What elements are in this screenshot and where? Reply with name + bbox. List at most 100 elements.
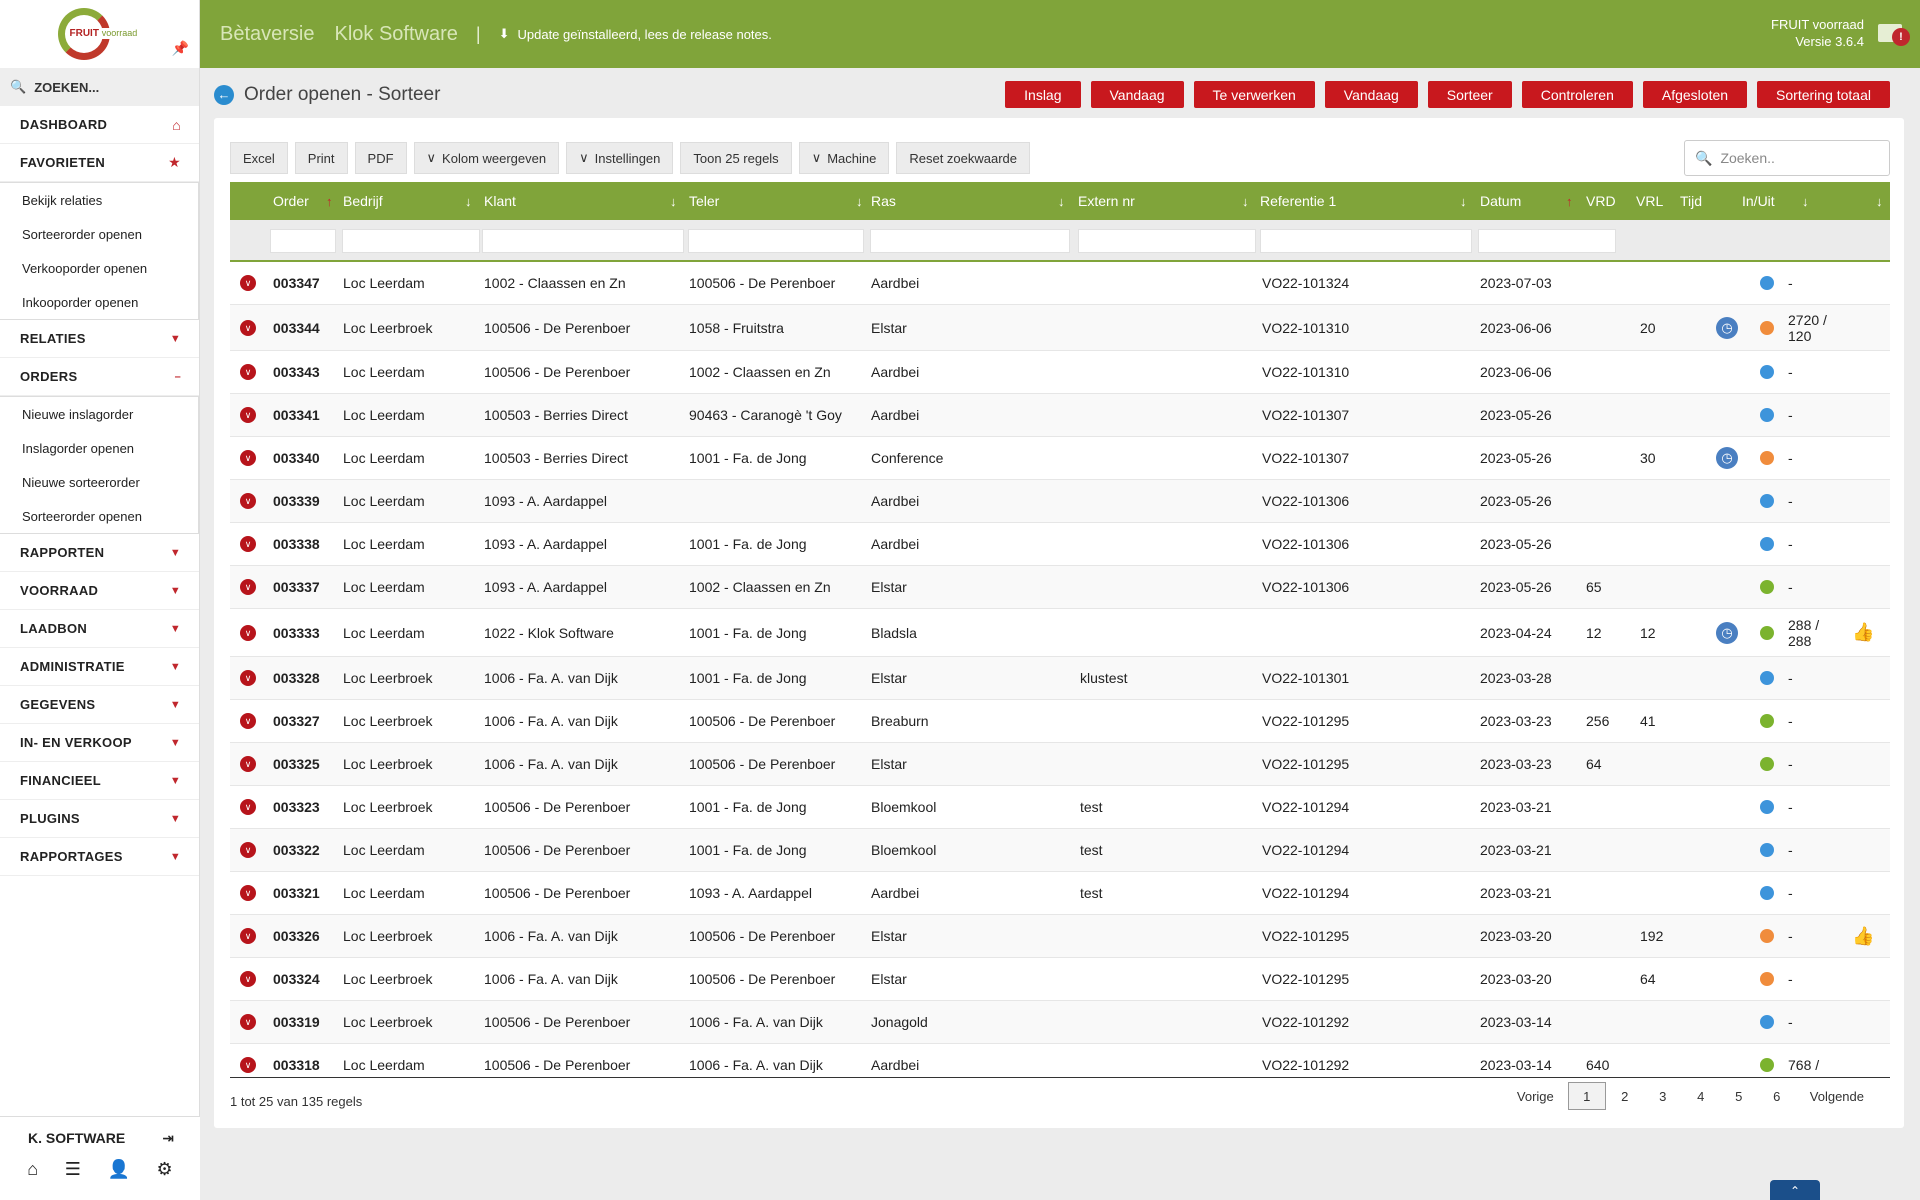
sidebar-item-orders[interactable]: ORDERS – [0, 358, 199, 396]
table-row[interactable]: ∨ 003319 Loc Leerbroek 100506 - De Perenboe… [230, 1001, 1890, 1044]
expand-row-icon[interactable]: ∨ [240, 450, 256, 466]
expand-row-icon[interactable]: ∨ [240, 713, 256, 729]
sidebar-item-rapportages[interactable]: RAPPORTAGES ▼ [0, 838, 199, 876]
table-row[interactable]: ∨ 003337 Loc Leerdam 1093 - A. Aardappel 100… [230, 566, 1890, 609]
sidebar-item-laadbon[interactable]: LAADBON ▼ [0, 610, 199, 648]
toolbar-button-instellingen[interactable]: ∨ Instellingen [566, 142, 674, 174]
column-header-order[interactable]: Order [273, 193, 309, 209]
column-header-tijd[interactable]: Tijd [1680, 193, 1702, 209]
expand-row-icon[interactable]: ∨ [240, 756, 256, 772]
table-row[interactable]: ∨ 003341 Loc Leerdam 100503 - Berries Direc… [230, 394, 1890, 437]
back-arrow-icon[interactable]: ← [214, 85, 234, 105]
expand-row-icon[interactable]: ∨ [240, 1014, 256, 1030]
filter-button-sorteer[interactable]: Sorteer [1427, 81, 1512, 108]
table-row[interactable]: ∨ 003339 Loc Leerdam 1093 - A. Aardappel Aar… [230, 480, 1890, 523]
column-filter-input[interactable] [1078, 229, 1256, 253]
table-row[interactable]: ∨ 003324 Loc Leerbroek 1006 - Fa. A. van Di… [230, 958, 1890, 1001]
sort-down-icon[interactable]: ↓ [1242, 194, 1249, 209]
toolbar-button-kolom-weergeven[interactable]: ∨ Kolom weergeven [413, 142, 560, 174]
filter-button-vandaag[interactable]: Vandaag [1090, 81, 1184, 108]
clock-icon[interactable]: ◷ [1716, 316, 1738, 339]
table-row[interactable]: ∨ 003318 Loc Leerdam 100506 - De Perenboer 1… [230, 1044, 1890, 1077]
sort-down-icon[interactable]: ↓ [1058, 194, 1065, 209]
table-row[interactable]: ∨ 003333 Loc Leerdam 1022 - Klok Software 10… [230, 609, 1890, 657]
user-settings-icon[interactable]: 👤 [108, 1159, 130, 1180]
sort-down-icon[interactable]: ↓ [1876, 194, 1883, 209]
column-header-vrl[interactable]: VRL [1636, 193, 1663, 209]
scroll-top-button[interactable]: ⌃ [1770, 1180, 1820, 1200]
sidebar-item-plugins[interactable]: PLUGINS ▼ [0, 800, 199, 838]
pagination-page[interactable]: 5 [1720, 1082, 1758, 1110]
subnav-item[interactable]: Bekijk relaties [0, 183, 198, 217]
filter-button-controleren[interactable]: Controleren [1521, 81, 1633, 108]
column-header-in-uit[interactable]: In/Uit [1742, 193, 1775, 209]
expand-row-icon[interactable]: ∨ [240, 275, 256, 291]
table-row[interactable]: ∨ 003340 Loc Leerdam 100503 - Berries Direc… [230, 437, 1890, 480]
column-header-ras[interactable]: Ras [871, 193, 896, 209]
sort-down-icon[interactable]: ↓ [670, 194, 677, 209]
sidebar-item-financieel[interactable]: FINANCIEEL ▼ [0, 762, 199, 800]
gear-icon[interactable]: ⚙ [157, 1159, 173, 1180]
table-row[interactable]: ∨ 003347 Loc Leerdam 1002 - Claassen en Zn 1… [230, 262, 1890, 305]
sidebar-item-rapporten[interactable]: RAPPORTEN ▼ [0, 534, 199, 572]
home-icon[interactable]: ⌂ [27, 1159, 38, 1180]
column-header-vrd[interactable]: VRD [1586, 193, 1616, 209]
column-filter-input[interactable] [870, 229, 1070, 253]
table-row[interactable]: ∨ 003321 Loc Leerdam 100506 - De Perenboer 1… [230, 872, 1890, 915]
sort-down-icon[interactable]: ↓ [856, 194, 863, 209]
subnav-item[interactable]: Sorteerorder openen [0, 499, 198, 533]
pagination-page[interactable]: 1 [1567, 1082, 1606, 1110]
filter-button-sortering-totaal[interactable]: Sortering totaal [1757, 81, 1890, 108]
sidebar-item-in-en-verkoop[interactable]: IN- EN VERKOOP ▼ [0, 724, 199, 762]
sidebar-item-voorraad[interactable]: VOORRAAD ▼ [0, 572, 199, 610]
thumbs-up-icon[interactable]: 👍 [1852, 622, 1874, 643]
logout-icon[interactable]: ⇥ [162, 1130, 174, 1147]
table-row[interactable]: ∨ 003338 Loc Leerdam 1093 - A. Aardappel 100… [230, 523, 1890, 566]
column-header-referentie-1[interactable]: Referentie 1 [1260, 193, 1336, 209]
subnav-item[interactable]: Nieuwe inslagorder [0, 397, 198, 431]
column-filter-input[interactable] [1478, 229, 1616, 253]
column-filter-input[interactable] [270, 229, 336, 253]
expand-row-icon[interactable]: ∨ [240, 928, 256, 944]
expand-row-icon[interactable]: ∨ [240, 407, 256, 423]
table-row[interactable]: ∨ 003327 Loc Leerbroek 1006 - Fa. A. van Di… [230, 700, 1890, 743]
table-row[interactable]: ∨ 003343 Loc Leerdam 100506 - De Perenboer 1… [230, 351, 1890, 394]
sidebar-item-favorieten[interactable]: FAVORIETEN ★ [0, 144, 199, 182]
expand-row-icon[interactable]: ∨ [240, 799, 256, 815]
list-icon[interactable]: ☰ [65, 1159, 81, 1180]
pagination-page[interactable]: 6 [1758, 1082, 1796, 1110]
expand-row-icon[interactable]: ∨ [240, 624, 256, 641]
sort-down-icon[interactable]: ↓ [465, 194, 472, 209]
pagination-page[interactable]: 2 [1606, 1082, 1644, 1110]
sidebar-item-administratie[interactable]: ADMINISTRATIE ▼ [0, 648, 199, 686]
toolbar-button-reset-zoekwaarde[interactable]: Reset zoekwaarde [896, 142, 1031, 174]
logo[interactable]: FRUIT voorraad [54, 6, 146, 62]
subnav-item[interactable]: Sorteerorder openen [0, 217, 198, 251]
table-body[interactable]: ∨ 003347 Loc Leerdam 1002 - Claassen en Zn 1… [230, 262, 1890, 1078]
column-header-datum[interactable]: Datum [1480, 193, 1521, 209]
thumbs-up-icon[interactable]: 👍 [1852, 926, 1874, 947]
column-header-teler[interactable]: Teler [689, 193, 719, 209]
filter-button-afgesloten[interactable]: Afgesloten [1642, 81, 1748, 108]
sidebar-item-gegevens[interactable]: GEGEVENS ▼ [0, 686, 199, 724]
table-row[interactable]: ∨ 003326 Loc Leerbroek 1006 - Fa. A. van Di… [230, 915, 1890, 958]
table-row[interactable]: ∨ 003322 Loc Leerdam 100506 - De Perenboer 1… [230, 829, 1890, 872]
table-row[interactable]: ∨ 003323 Loc Leerbroek 100506 - De Perenboe… [230, 786, 1890, 829]
table-search[interactable]: 🔍 Zoeken.. [1684, 140, 1890, 176]
column-filter-input[interactable] [342, 229, 480, 253]
subnav-item[interactable]: Inslagorder openen [0, 431, 198, 465]
column-filter-input[interactable] [482, 229, 684, 253]
toolbar-button-toon-25-regels[interactable]: Toon 25 regels [680, 142, 792, 174]
sort-down-icon[interactable]: ↓ [1460, 194, 1467, 209]
sort-down-icon[interactable]: ↓ [1802, 194, 1809, 209]
sort-up-icon[interactable]: ↑ [1566, 194, 1573, 209]
column-filter-input[interactable] [1260, 229, 1472, 253]
toolbar-button-machine[interactable]: ∨ Machine [798, 142, 890, 174]
expand-row-icon[interactable]: ∨ [240, 842, 256, 858]
table-search-input[interactable]: Zoeken.. [1720, 150, 1774, 166]
sidebar-item-relaties[interactable]: RELATIES ▼ [0, 320, 199, 358]
column-filter-input[interactable] [688, 229, 864, 253]
expand-row-icon[interactable]: ∨ [240, 1057, 256, 1073]
table-row[interactable]: ∨ 003344 Loc Leerbroek 100506 - De Perenboe… [230, 305, 1890, 351]
subnav-item[interactable]: Nieuwe sorteerorder [0, 465, 198, 499]
